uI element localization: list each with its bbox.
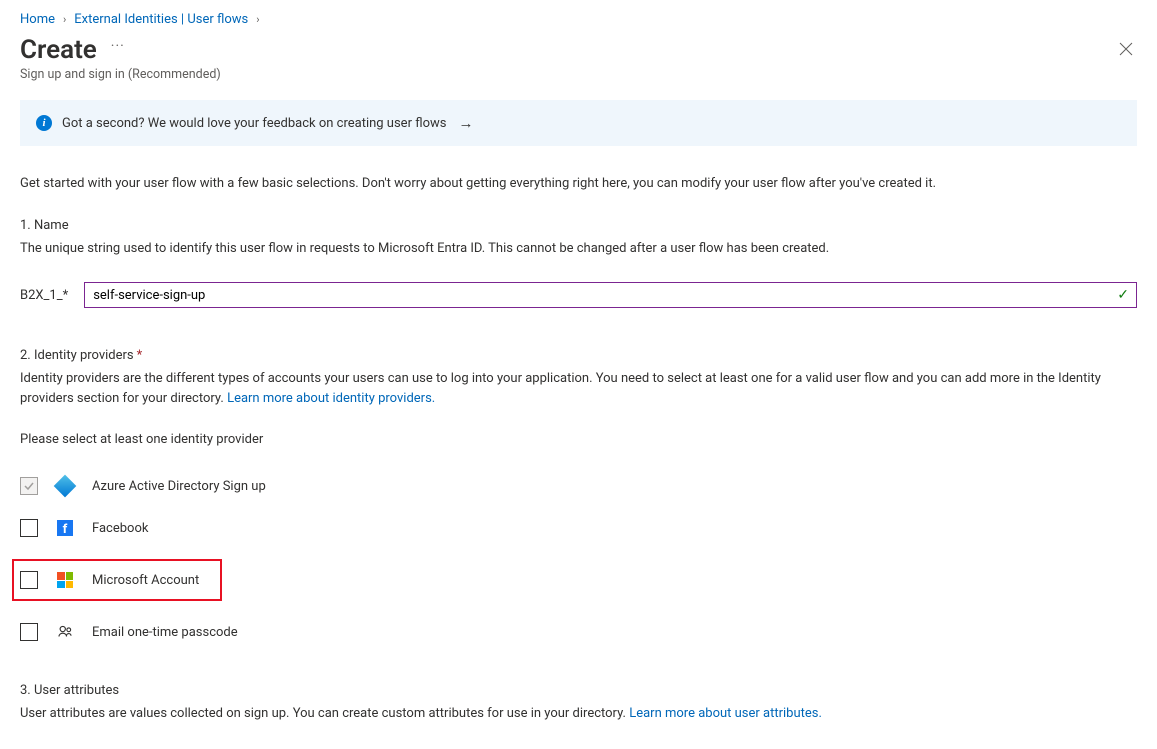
name-input[interactable] <box>84 282 1137 308</box>
breadcrumb-home[interactable]: Home <box>20 12 55 27</box>
provider-aad: Azure Active Directory Sign up <box>20 475 1137 497</box>
provider-facebook-checkbox[interactable] <box>20 519 38 537</box>
facebook-icon: f <box>56 519 74 537</box>
header: Create ··· <box>20 35 1137 65</box>
provider-msa-label: Microsoft Account <box>92 573 199 588</box>
microsoft-icon <box>56 571 74 589</box>
more-options-icon[interactable]: ··· <box>111 38 125 54</box>
idp-learn-more-link[interactable]: Learn more about identity providers. <box>227 391 435 406</box>
section-attr-heading: 3. User attributes <box>20 683 1137 698</box>
provider-aad-checkbox <box>20 477 38 495</box>
provider-facebook-label: Facebook <box>92 521 148 536</box>
close-button[interactable] <box>1115 37 1137 64</box>
aad-icon <box>56 477 74 495</box>
chevron-right-icon: › <box>63 13 66 26</box>
idp-prompt: Please select at least one identity prov… <box>20 432 1137 447</box>
intro-text: Get started with your user flow with a f… <box>20 174 1137 194</box>
provider-msa[interactable]: Microsoft Account <box>12 559 222 601</box>
checkmark-icon: ✓ <box>1117 287 1129 303</box>
info-icon: i <box>36 115 52 131</box>
section-name-heading: 1. Name <box>20 218 1137 233</box>
provider-msa-checkbox[interactable] <box>20 571 38 589</box>
arrow-right-icon: → <box>458 114 473 132</box>
attr-learn-more-link[interactable]: Learn more about user attributes. <box>629 706 822 721</box>
section-idp-desc: Identity providers are the different typ… <box>20 369 1137 408</box>
feedback-text: Got a second? We would love your feedbac… <box>62 116 446 131</box>
provider-otp-label: Email one-time passcode <box>92 625 238 640</box>
page-subtitle: Sign up and sign in (Recommended) <box>20 67 1137 82</box>
name-prefix: B2X_1_* <box>20 288 68 303</box>
provider-otp-checkbox[interactable] <box>20 623 38 641</box>
section-name-desc: The unique string used to identify this … <box>20 239 1137 259</box>
provider-facebook[interactable]: f Facebook <box>20 517 1137 539</box>
provider-list: Azure Active Directory Sign up f Faceboo… <box>20 475 1137 643</box>
page-title: Create <box>20 35 97 65</box>
otp-icon <box>56 623 74 641</box>
chevron-right-icon: › <box>256 13 259 26</box>
section-idp-heading: 2. Identity providers* <box>20 348 1137 363</box>
breadcrumb-external-identities[interactable]: External Identities | User flows <box>74 12 248 27</box>
feedback-banner[interactable]: i Got a second? We would love your feedb… <box>20 100 1137 146</box>
section-attr-desc: User attributes are values collected on … <box>20 704 1137 724</box>
breadcrumb: Home › External Identities | User flows … <box>20 12 1137 27</box>
provider-otp[interactable]: Email one-time passcode <box>20 621 1137 643</box>
provider-aad-label: Azure Active Directory Sign up <box>92 479 266 494</box>
